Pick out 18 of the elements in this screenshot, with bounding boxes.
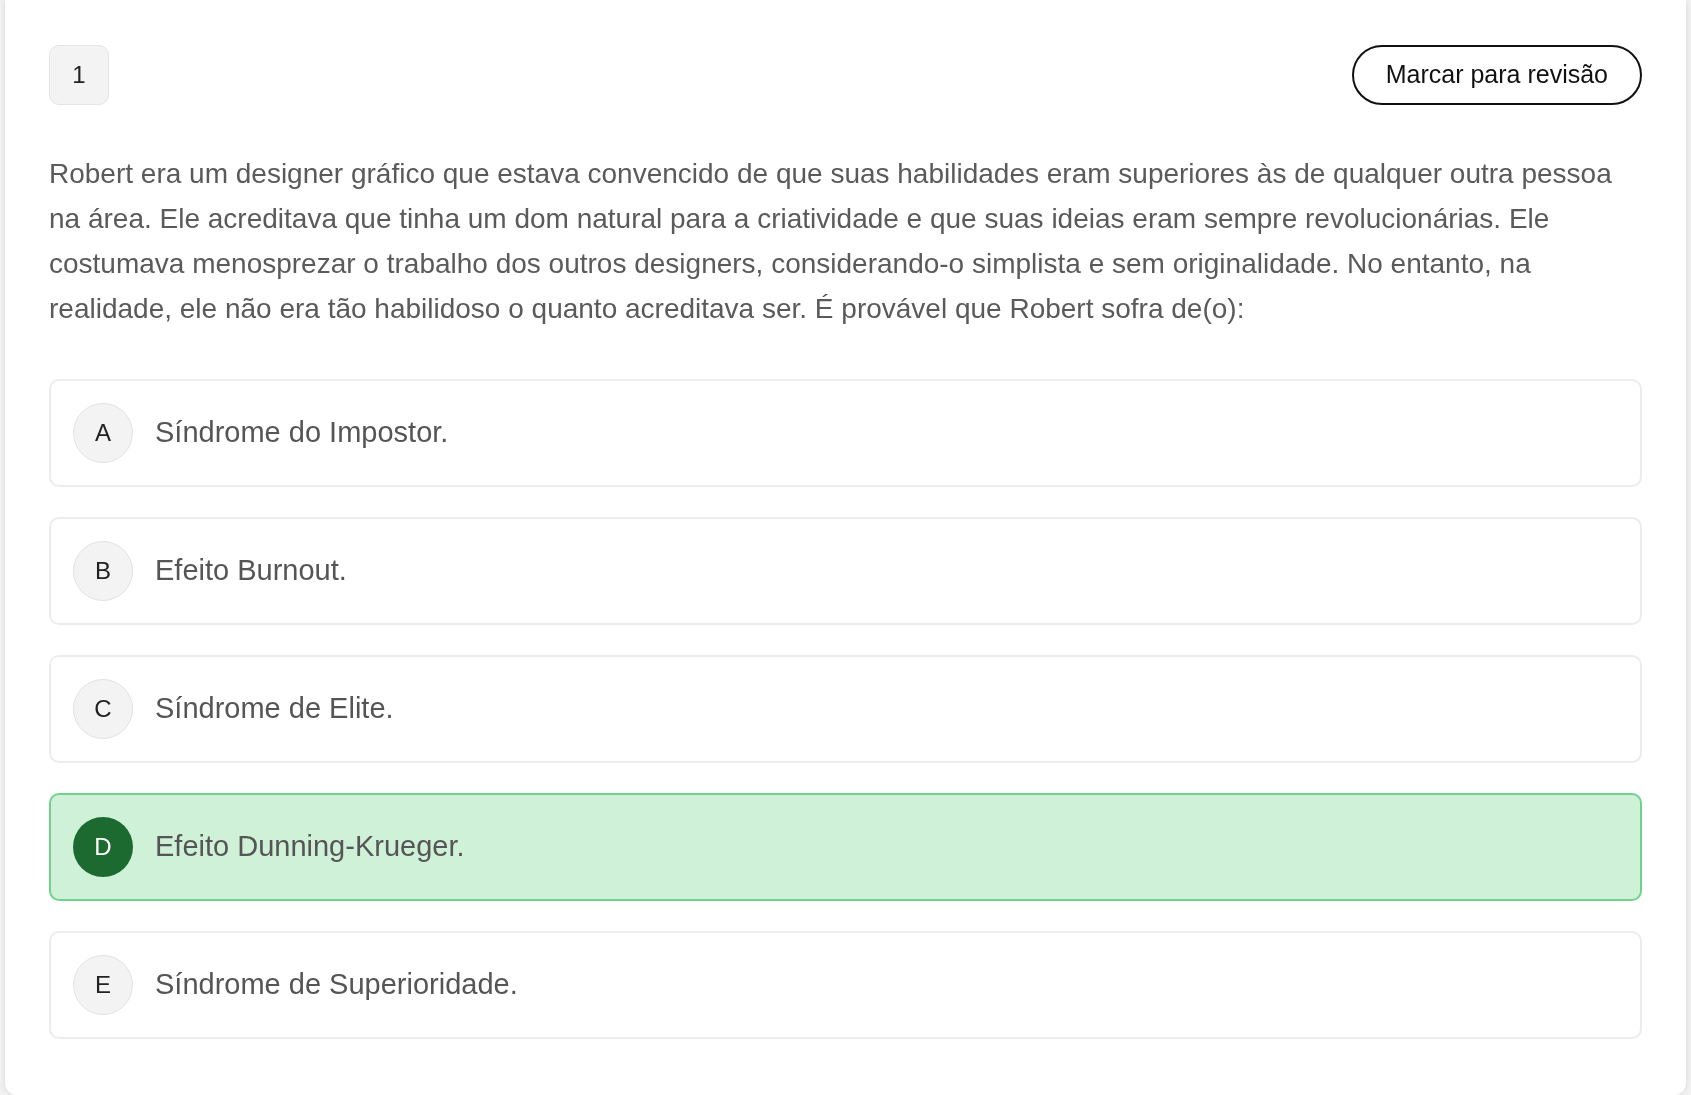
option-letter: B xyxy=(73,541,133,601)
question-text: Robert era um designer gráfico que estava convencido de que suas habilidades eram superiores às de qualquer outra pessoa na área. Ele acreditava que tinha um dom natural para a criatividade e que suas ideias eram sempre revolucionárias. Ele costumava menosprezar o trabalho dos outros designers, considerando-o simplista e sem originalidade. No entanto, na realidade, ele não era tão habilidoso o quanto acreditava ser. É provável que Robert sofra de(o): xyxy=(49,157,1613,326)
option-text: Efeito Burnout. xyxy=(155,553,347,589)
option-letter: A xyxy=(73,403,133,463)
option-letter: E xyxy=(73,955,133,1015)
option-letter: D xyxy=(73,817,133,877)
answer-option[interactable]: B Efeito Burnout. xyxy=(49,517,1642,625)
answer-option[interactable]: C Síndrome de Elite. xyxy=(49,655,1642,763)
option-text: Síndrome de Superioridade. xyxy=(155,967,518,1003)
option-text: Síndrome de Elite. xyxy=(155,691,394,727)
answer-option[interactable]: D Efeito Dunning-Krueger. xyxy=(49,793,1642,901)
answer-option[interactable]: A Síndrome do Impostor. xyxy=(49,379,1642,487)
answer-option[interactable]: E Síndrome de Superioridade. xyxy=(49,931,1642,1039)
question-number: 1 xyxy=(49,45,109,105)
review-button[interactable]: Marcar para revisão xyxy=(1351,45,1642,105)
option-text: Síndrome do Impostor. xyxy=(155,415,449,451)
option-letter: C xyxy=(73,679,133,739)
option-text: Efeito Dunning-Krueger. xyxy=(155,829,465,865)
